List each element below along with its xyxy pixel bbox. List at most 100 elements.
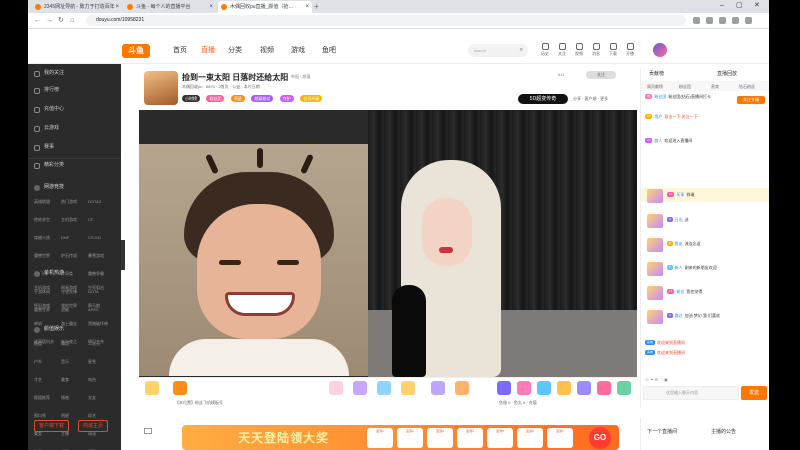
forward-icon[interactable]: → — [46, 16, 53, 26]
chat-tools[interactable]: ☺ ✦ ⚙ ♡ ▣ — [645, 377, 668, 382]
badge[interactable]: 粉丝团 — [206, 95, 225, 102]
streamer-avatar[interactable] — [144, 71, 178, 105]
sidebar-rank[interactable]: 排行榜 — [34, 87, 59, 94]
section-entertainment[interactable]: 颜值娱乐 — [34, 326, 64, 333]
douyu-logo[interactable]: 斗鱼 — [122, 44, 150, 58]
section-online-games[interactable]: 网游竞技 — [34, 184, 64, 191]
home-icon[interactable]: ⌂ — [70, 16, 74, 26]
overlay-face — [197, 204, 321, 339]
gift-icon[interactable] — [173, 381, 187, 395]
fold-icon[interactable] — [144, 428, 152, 434]
browser-tab[interactable]: 斗鱼 - 每个人的直播平台 × — [124, 1, 216, 13]
chat-list[interactable]: 30 粉丝团 粉丝团(钻石)直播间打卡 关注主播 19 用户 双击一下 关注一下 22 路… — [641, 92, 769, 362]
gift-icon[interactable] — [497, 381, 511, 395]
sidebar-collapse-handle[interactable] — [121, 240, 125, 270]
send-button[interactable]: 发送 — [741, 386, 767, 400]
sidebar-recharge[interactable]: 充值中心 — [34, 106, 64, 113]
msg-icon[interactable]: 消息 — [589, 43, 603, 57]
close-tab-icon[interactable]: × — [305, 1, 309, 13]
browser-tab-active[interactable]: 木偶回收pu直播_颜值（抢… × — [218, 1, 312, 13]
favicon-icon — [127, 4, 133, 10]
badge[interactable]: 周星 — [230, 95, 245, 102]
back-icon[interactable]: ← — [34, 16, 41, 26]
browser-window: 2345网址导航 - 致力于打造百年 × 斗鱼 - 每个人的直播平台 × 木偶回… — [28, 0, 769, 450]
gift-info-line: 【本位置】粉丝飞机模板号 鱼翅 0 · 鱼丸 0 · 充值 — [175, 400, 537, 405]
sidebar-categories[interactable]: 精彩分类 — [34, 162, 64, 169]
history-icon[interactable]: 历史 — [538, 43, 552, 57]
gift-icon[interactable] — [517, 381, 531, 395]
nav-video[interactable]: 视频 — [260, 47, 274, 55]
tab-replay[interactable]: 直播回放 — [717, 70, 737, 77]
bookmark-icon[interactable] — [706, 17, 713, 24]
menu-icon[interactable] — [745, 17, 752, 24]
badge[interactable]: 守护 — [279, 95, 294, 102]
gift-icon[interactable] — [431, 381, 445, 395]
browser-tab[interactable]: 2345网址导航 - 致力于打造百年 × — [32, 1, 122, 13]
gift-icon[interactable] — [597, 381, 611, 395]
badge[interactable]: 超级粉丝 — [251, 95, 274, 102]
client-download-button[interactable]: 客户端下载 — [34, 420, 70, 432]
chat-message: 9 鱼友 流连忘返 — [667, 241, 701, 247]
search-icon[interactable]: ⌕ — [520, 44, 523, 57]
nav-yuba[interactable]: 鱼吧 — [322, 47, 336, 55]
sidebar-cloudgame[interactable]: 云游戏 — [34, 125, 59, 132]
gift-icon[interactable] — [577, 381, 591, 395]
gift-icon[interactable] — [557, 381, 571, 395]
follow-button[interactable]: 关注 — [586, 71, 616, 79]
address-bar: ← → ↻ ⌂ douyu.com/10958231 — [28, 13, 769, 29]
nav-game[interactable]: 游戏 — [291, 47, 305, 55]
sponsor-badge[interactable]: 5D超变传奇 — [518, 94, 568, 104]
gift-icon[interactable] — [537, 381, 551, 395]
nav-home[interactable]: 首页 — [173, 47, 187, 55]
nav-live[interactable]: 直播 — [201, 47, 215, 55]
close-tab-icon[interactable]: × — [115, 1, 119, 13]
streamer-info-panel: 下一个直播间 主播的公告 — [640, 418, 769, 450]
close-tab-icon[interactable]: × — [209, 1, 213, 13]
cloud-icon — [34, 126, 40, 132]
gift-icon[interactable] — [401, 381, 415, 395]
user-badge-image — [647, 310, 663, 324]
reload-icon[interactable]: ↻ — [58, 16, 64, 26]
minimize-icon[interactable]: – — [720, 0, 724, 12]
gift-icon[interactable] — [329, 381, 343, 395]
chat-message: 5 新人 刚来的新朋友欢迎 — [667, 265, 717, 271]
follow-streamer-button[interactable]: 关注主播 — [737, 96, 765, 104]
mall-button[interactable]: 商城主页 — [78, 420, 109, 432]
extension-icon[interactable] — [693, 17, 700, 24]
sidebar-esports[interactable]: 赛事 — [34, 144, 54, 151]
profile-icon[interactable] — [732, 17, 739, 24]
gift-icon[interactable] — [353, 381, 367, 395]
video-icon[interactable]: 视频 — [572, 43, 586, 57]
signin-banner[interactable]: 天天登陆领大奖 签到1 签到2 签到3 签到4 签到5 签到6 签到7 GO — [182, 425, 619, 450]
streamer-mouth — [439, 247, 453, 253]
banner-go-button[interactable]: GO — [589, 427, 611, 449]
overlay-eye — [219, 260, 241, 265]
gift-icon[interactable] — [455, 381, 469, 395]
follow-icon[interactable]: 关注 — [555, 43, 569, 57]
new-tab-icon[interactable]: + — [314, 1, 319, 12]
badge[interactable]: 会员升级 — [300, 95, 323, 102]
user-avatar[interactable] — [653, 43, 667, 57]
sidebar-follow[interactable]: 我的关注 — [34, 70, 64, 77]
gift-icon[interactable] — [377, 381, 391, 395]
system-message: 系统 欢迎来到直播间 — [645, 340, 686, 346]
url-field[interactable]: douyu.com/10958231 — [86, 15, 686, 26]
stream-tags[interactable]: 举报 · 颜值 — [291, 74, 311, 80]
search-input[interactable]: search ⌕ — [468, 44, 528, 57]
section-single-games[interactable]: 单机热游 — [34, 270, 64, 277]
chat-input[interactable]: 这里输入聊天内容 — [643, 386, 739, 400]
streamer-face — [422, 198, 472, 266]
close-window-icon[interactable]: ✕ — [754, 0, 760, 12]
badge[interactable]: 小时榜 — [182, 95, 200, 102]
maximize-icon[interactable]: ▢ — [736, 0, 743, 12]
download-icon[interactable] — [719, 17, 726, 24]
gift-icon[interactable] — [617, 381, 631, 395]
nav-category[interactable]: 分类 — [228, 47, 242, 55]
start-live-icon[interactable]: 开播 — [623, 43, 637, 57]
chat-message: 6 路过 加油 梦幻 我 们喜欢 — [667, 313, 721, 319]
grid-icon — [34, 163, 40, 169]
gift-icon[interactable] — [145, 381, 159, 395]
share-links[interactable]: 分享 · 客户端 · 更多 — [573, 96, 608, 102]
tab-contribution[interactable]: 贡献榜 — [649, 70, 664, 77]
download-app-icon[interactable]: 下载 — [606, 43, 620, 57]
